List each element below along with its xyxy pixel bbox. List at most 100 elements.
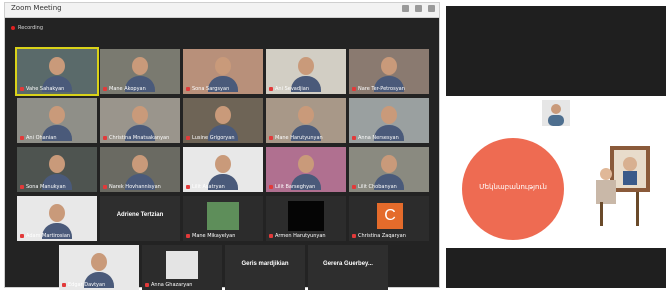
- mic-muted-icon: [186, 184, 190, 189]
- participant-tile[interactable]: Christina Mnatsakanyan: [100, 98, 180, 143]
- participant-tile[interactable]: Gerera Guerbey...: [308, 245, 388, 290]
- mic-muted-icon: [20, 233, 24, 238]
- participant-head: [215, 155, 231, 173]
- participant-tile[interactable]: Mane Harutyunyan: [266, 98, 346, 143]
- recording-indicator: Recording: [11, 25, 43, 31]
- participant-video: Geris mardjikian: [225, 245, 305, 290]
- participant-tile[interactable]: Anna Ghazaryan: [142, 245, 222, 290]
- participant-head: [215, 57, 231, 75]
- participant-head: [132, 57, 148, 75]
- shared-screen-top: [446, 6, 666, 96]
- participant-head: [49, 57, 65, 75]
- participant-head: [381, 106, 397, 124]
- participant-tile[interactable]: Nare Ter-Petrosyan: [349, 49, 429, 94]
- mic-muted-icon: [20, 184, 24, 189]
- participant-tile[interactable]: Vahe Sahakyan: [15, 47, 99, 96]
- participant-name: Christina Zaqaryan: [352, 233, 406, 239]
- participant-head: [91, 253, 107, 271]
- mic-muted-icon: [103, 135, 107, 140]
- participant-name-center: Adriene Tertzian: [116, 212, 164, 218]
- window-title: Zoom Meeting: [11, 4, 62, 12]
- participant-head: [49, 204, 65, 222]
- participant-name: Mane Harutyunyan: [269, 135, 323, 141]
- participant-name: Christina Mnatsakanyan: [103, 135, 169, 141]
- participant-tile[interactable]: Sona Sargsyan: [183, 49, 263, 94]
- record-dot-icon: [11, 26, 15, 30]
- participant-head: [381, 57, 397, 75]
- presenter-thumbnail[interactable]: [542, 100, 570, 126]
- mic-muted-icon: [269, 86, 273, 91]
- participant-tile[interactable]: Sona Manukyan: [17, 147, 97, 192]
- participant-tile[interactable]: Adriene Tertzian: [100, 196, 180, 241]
- participant-picture: [207, 202, 239, 230]
- participant-name-center: Gerera Guerbey...: [323, 261, 373, 267]
- participant-tile[interactable]: Narek Hovhannisyan: [100, 147, 180, 192]
- participant-tile[interactable]: Edgar Davtyan: [59, 245, 139, 290]
- participant-head: [49, 155, 65, 173]
- participant-name: Anna Nersesyan: [352, 135, 399, 141]
- participant-name: Sona Manukyan: [20, 184, 66, 190]
- mic-muted-icon: [103, 184, 107, 189]
- participant-name: Armen Harutyunyan: [269, 233, 326, 239]
- minimize-icon[interactable]: [402, 5, 409, 12]
- participant-tile[interactable]: C Christina Zaqaryan: [349, 196, 429, 241]
- close-icon[interactable]: [428, 5, 435, 12]
- shared-screen: Մեկնաբանություն: [446, 6, 666, 288]
- mic-muted-icon: [20, 86, 24, 91]
- participant-head: [132, 106, 148, 124]
- initial-avatar: C: [377, 203, 403, 229]
- participant-tile[interactable]: Anna Nersesyan: [349, 98, 429, 143]
- mic-muted-icon: [62, 282, 66, 287]
- participant-tile[interactable]: Adam Martirosian: [17, 196, 97, 241]
- participant-video: Gerera Guerbey...: [308, 245, 388, 290]
- title-bar: Zoom Meeting: [5, 3, 439, 18]
- participant-tile[interactable]: Ani Sevadjian: [266, 49, 346, 94]
- participant-name: Mane Akopyan: [103, 86, 146, 92]
- window-controls: [402, 5, 435, 12]
- participant-head: [381, 155, 397, 173]
- participant-tile[interactable]: Lusine Grigoryan: [183, 98, 263, 143]
- participant-name: Mane Mikayelyan: [186, 233, 235, 239]
- participant-head: [298, 106, 314, 124]
- participant-video: Adriene Tertzian: [100, 196, 180, 241]
- mic-muted-icon: [20, 135, 24, 140]
- mic-muted-icon: [186, 135, 190, 140]
- participant-name: Sona Sargsyan: [186, 86, 229, 92]
- participant-name-center: Geris mardjikian: [241, 261, 289, 267]
- participant-tile[interactable]: Lilit Chobanyan: [349, 147, 429, 192]
- participant-name: Narek Hovhannisyan: [103, 184, 161, 190]
- participant-name: Lilit Asatryan: [186, 184, 225, 190]
- participant-head: [49, 106, 65, 124]
- participant-name: Vahe Sahakyan: [20, 86, 64, 92]
- participant-name: Ani Sevadjian: [269, 86, 309, 92]
- recording-label: Recording: [18, 25, 44, 31]
- participant-name: Lilit Barseghyan: [269, 184, 315, 190]
- mic-muted-icon: [103, 86, 107, 91]
- participant-tile[interactable]: Mane Mikayelyan: [183, 196, 263, 241]
- participant-name: Edgar Davtyan: [62, 282, 105, 288]
- mic-muted-icon: [186, 86, 190, 91]
- mic-muted-icon: [352, 86, 356, 91]
- participant-tile[interactable]: Armen Harutyunyan: [266, 196, 346, 241]
- participant-tile[interactable]: Mane Akopyan: [100, 49, 180, 94]
- mic-muted-icon: [269, 135, 273, 140]
- participant-head: [132, 155, 148, 173]
- mic-muted-icon: [269, 184, 273, 189]
- mic-muted-icon: [269, 233, 273, 238]
- participant-name: Lusine Grigoryan: [186, 135, 235, 141]
- participant-picture: [166, 251, 198, 279]
- mic-muted-icon: [145, 282, 149, 287]
- participant-tile[interactable]: Ani Ohanian: [17, 98, 97, 143]
- painting-illustration: [596, 146, 650, 226]
- video-call-window: Zoom Meeting Recording Vahe Sahakyan Mane…: [4, 2, 440, 290]
- participant-tile[interactable]: Lilit Asatryan: [183, 147, 263, 192]
- participant-name: Anna Ghazaryan: [145, 282, 192, 288]
- participant-head: [298, 155, 314, 173]
- participant-head: [298, 57, 314, 75]
- presentation-slide: Մեկնաբանություն: [446, 96, 666, 248]
- mic-muted-icon: [186, 233, 190, 238]
- mic-muted-icon: [352, 233, 356, 238]
- participant-tile[interactable]: Geris mardjikian: [225, 245, 305, 290]
- participant-tile[interactable]: Lilit Barseghyan: [266, 147, 346, 192]
- maximize-icon[interactable]: [415, 5, 422, 12]
